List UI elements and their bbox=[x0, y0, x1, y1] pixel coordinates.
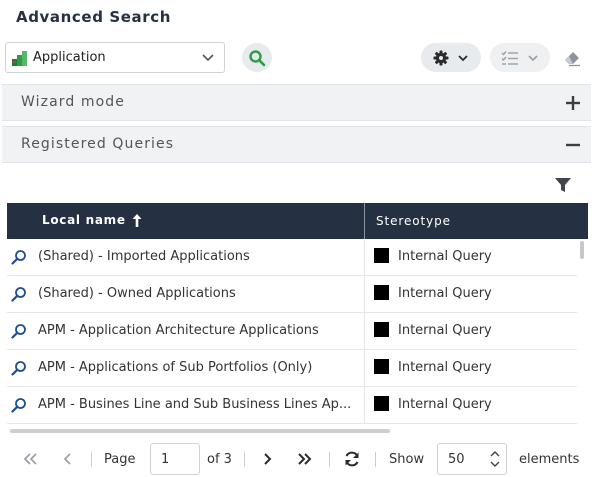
page-size-input[interactable]: 50 bbox=[437, 443, 507, 475]
type-select-value: Application bbox=[33, 50, 106, 65]
query-name: (Shared) - Imported Applications bbox=[38, 249, 250, 264]
stereotype-swatch bbox=[374, 322, 389, 337]
filter-icon[interactable] bbox=[554, 176, 572, 194]
query-name: (Shared) - Owned Applications bbox=[38, 286, 236, 301]
toolbar: Application bbox=[0, 40, 597, 78]
cell-divider bbox=[364, 350, 365, 386]
stereotype-swatch bbox=[374, 285, 389, 300]
wizard-mode-title: Wizard mode bbox=[21, 94, 126, 110]
column-local-name-label: Local name bbox=[42, 213, 126, 227]
next-page-icon[interactable] bbox=[259, 451, 275, 467]
table-row[interactable]: APM - Applications of Sub Portfolios (On… bbox=[7, 350, 577, 387]
table-row[interactable]: APM - Application Architecture Applicati… bbox=[7, 313, 577, 350]
last-page-icon[interactable] bbox=[297, 451, 313, 467]
table-row[interactable]: (Shared) - Imported Applications Interna… bbox=[7, 239, 577, 276]
search-icon[interactable] bbox=[11, 323, 27, 339]
query-stereotype: Internal Query bbox=[398, 323, 492, 338]
search-icon[interactable] bbox=[11, 397, 27, 413]
pagination-bar: Page 1 of 3 Show 50 elements bbox=[0, 440, 597, 477]
dialog-title: Advanced Search bbox=[16, 8, 172, 26]
chevron-down-icon[interactable] bbox=[201, 51, 215, 65]
previous-page-icon[interactable] bbox=[60, 451, 76, 467]
query-stereotype: Internal Query bbox=[398, 249, 492, 264]
search-icon[interactable] bbox=[11, 249, 27, 265]
first-page-icon[interactable] bbox=[22, 451, 38, 467]
query-stereotype: Internal Query bbox=[398, 286, 492, 301]
spinner-icon[interactable] bbox=[490, 450, 500, 468]
page-label: Page bbox=[104, 452, 136, 467]
query-name: APM - Application Architecture Applicati… bbox=[38, 323, 319, 338]
arrow-up-icon bbox=[132, 213, 142, 227]
cell-divider bbox=[364, 239, 365, 275]
elements-label: elements bbox=[519, 452, 580, 467]
grid-rows: (Shared) - Imported Applications Interna… bbox=[7, 239, 577, 424]
search-icon[interactable] bbox=[11, 360, 27, 376]
page-number-input[interactable]: 1 bbox=[150, 443, 200, 475]
query-stereotype: Internal Query bbox=[398, 360, 492, 375]
gear-icon bbox=[433, 50, 449, 65]
table-row[interactable]: (Shared) - Owned Applications Internal Q… bbox=[7, 276, 577, 313]
registered-queries-panel[interactable]: Registered Queries bbox=[2, 126, 591, 163]
queries-grid: Local name Stereotype (Shared) - Importe… bbox=[7, 203, 588, 435]
pager-divider bbox=[329, 452, 330, 467]
stereotype-swatch bbox=[374, 359, 389, 374]
chevron-down-icon bbox=[458, 54, 468, 61]
wizard-mode-panel[interactable]: Wizard mode bbox=[2, 84, 591, 121]
page-size-value: 50 bbox=[448, 452, 465, 467]
plus-icon[interactable] bbox=[565, 95, 581, 111]
chevron-down-icon bbox=[528, 54, 538, 61]
vertical-scrollbar[interactable] bbox=[580, 241, 584, 259]
pager-divider bbox=[91, 452, 92, 467]
table-row[interactable]: APM - Busines Line and Sub Business Line… bbox=[7, 387, 577, 424]
column-separator bbox=[364, 203, 365, 239]
page-count-label: of 3 bbox=[207, 452, 232, 467]
stereotype-swatch bbox=[374, 396, 389, 411]
search-icon bbox=[249, 49, 266, 66]
pager-divider bbox=[244, 452, 245, 467]
grid-header: Local name Stereotype bbox=[7, 203, 588, 239]
application-icon bbox=[12, 50, 27, 66]
cell-divider bbox=[364, 276, 365, 312]
query-stereotype: Internal Query bbox=[398, 397, 492, 412]
horizontal-scrollbar[interactable] bbox=[10, 429, 390, 433]
checklist-menu-button[interactable] bbox=[490, 43, 550, 72]
pager-divider bbox=[375, 452, 376, 467]
stereotype-swatch bbox=[374, 248, 389, 263]
cell-divider bbox=[364, 387, 365, 423]
search-button[interactable] bbox=[242, 43, 272, 72]
column-local-name[interactable]: Local name bbox=[42, 213, 142, 227]
registered-queries-title: Registered Queries bbox=[21, 136, 175, 152]
column-stereotype[interactable]: Stereotype bbox=[376, 214, 451, 228]
refresh-icon[interactable] bbox=[343, 450, 361, 468]
query-name: APM - Applications of Sub Portfolios (On… bbox=[38, 360, 313, 375]
query-name: APM - Busines Line and Sub Business Line… bbox=[38, 397, 352, 412]
minus-icon[interactable] bbox=[565, 137, 581, 153]
type-select[interactable]: Application bbox=[5, 42, 225, 73]
search-icon[interactable] bbox=[11, 286, 27, 302]
checklist-icon bbox=[501, 50, 518, 65]
cell-divider bbox=[364, 313, 365, 349]
settings-menu-button[interactable] bbox=[421, 43, 481, 72]
show-label: Show bbox=[389, 452, 425, 467]
eraser-icon[interactable] bbox=[562, 48, 582, 68]
